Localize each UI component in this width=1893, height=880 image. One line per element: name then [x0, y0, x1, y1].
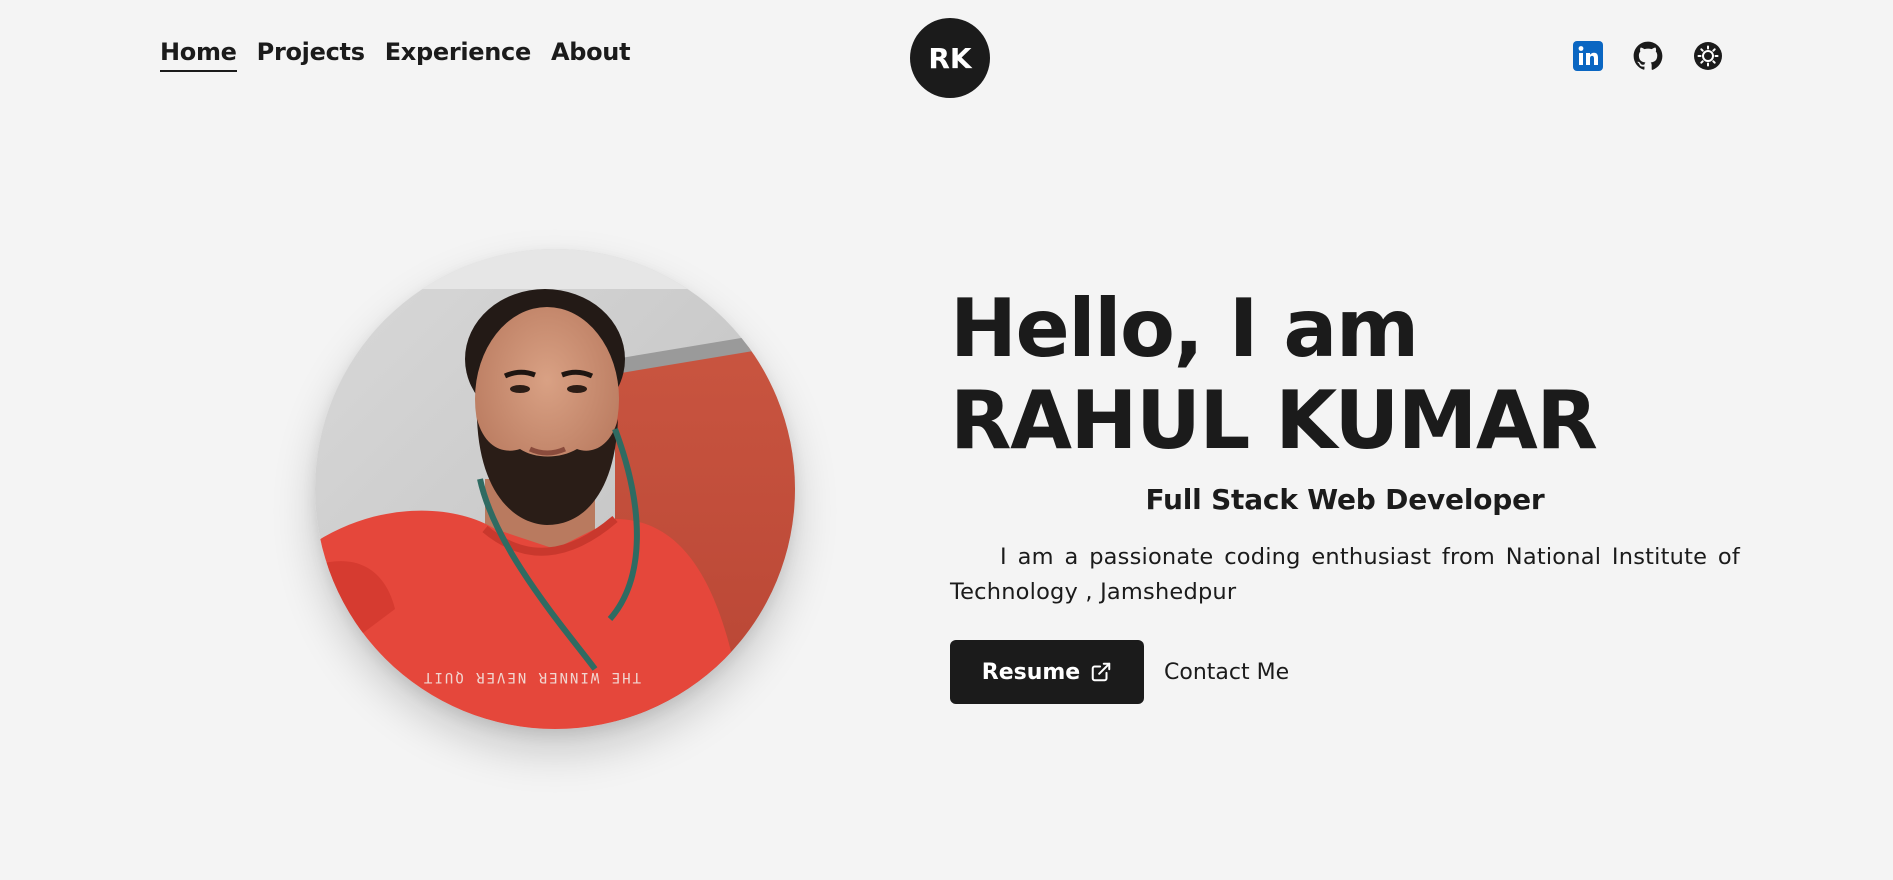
github-icon[interactable]	[1632, 40, 1664, 72]
hero-bio: I am a passionate coding enthusiast from…	[950, 544, 1740, 605]
profile-photo: THE WINNER NEVER QUIT	[315, 249, 795, 729]
nav-about-link[interactable]: About	[551, 38, 631, 72]
linkedin-icon[interactable]	[1572, 40, 1604, 72]
hero-title: Hello, I am RAHUL KUMAR	[950, 283, 1740, 467]
logo-badge[interactable]: RK	[910, 18, 990, 98]
hero-name: RAHUL KUMAR	[950, 374, 1598, 467]
resume-button-label: Resume	[981, 659, 1081, 685]
social-links	[1572, 40, 1724, 72]
shirt-text: THE WINNER NEVER QUIT	[422, 669, 641, 685]
external-link-icon	[1091, 662, 1111, 682]
contact-me-link[interactable]: Contact Me	[1164, 660, 1289, 685]
hero-actions: Resume Contact Me	[950, 640, 1740, 704]
main-nav: Home Projects Experience About	[160, 38, 631, 72]
nav-experience-link[interactable]: Experience	[385, 38, 532, 72]
resume-button[interactable]: Resume	[950, 640, 1144, 704]
nav-home-link[interactable]: Home	[160, 38, 237, 72]
theme-toggle-icon[interactable]	[1692, 40, 1724, 72]
hero-section: Hello, I am RAHUL KUMAR Full Stack Web D…	[950, 283, 1740, 704]
page: Home Projects Experience About RK THE WI…	[0, 0, 1893, 880]
hero-greeting: Hello, I am	[950, 282, 1419, 375]
logo-initials: RK	[928, 41, 972, 75]
nav-projects-link[interactable]: Projects	[257, 38, 365, 72]
hero-role: Full Stack Web Developer	[1145, 483, 1545, 516]
